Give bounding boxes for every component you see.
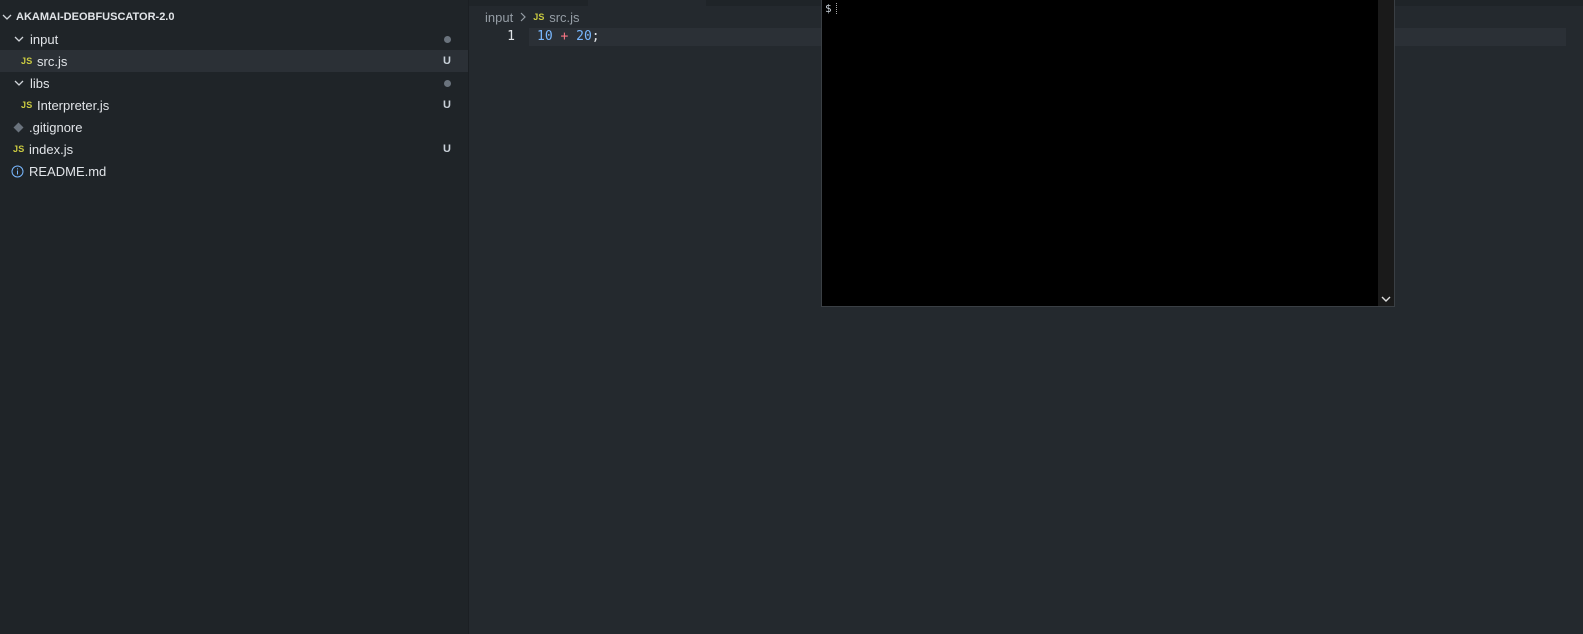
explorer-root-folder[interactable]: AKAMAI-DEOBFUSCATOR-2.0 [0, 7, 468, 27]
terminal-scrollbar[interactable] [1378, 0, 1394, 306]
code-line[interactable]: 10 + 20; [537, 29, 600, 44]
breadcrumb-item-file[interactable]: src.js [549, 10, 579, 25]
sidebar-top-strip [0, 0, 468, 4]
explorer-root-label: AKAMAI-DEOBFUSCATOR-2.0 [16, 11, 175, 23]
tree-file-interpreter-js[interactable]: JS Interpreter.js U [0, 94, 468, 116]
line-number: 1 [507, 29, 515, 44]
info-icon [11, 165, 27, 178]
tree-item-label: Interpreter.js [37, 97, 110, 113]
terminal-prompt: $ [825, 2, 832, 15]
modified-dot-icon [444, 35, 451, 43]
tree-file-src-js[interactable]: JS src.js U [0, 50, 468, 72]
chevron-down-icon[interactable] [0, 10, 14, 24]
terminal-window[interactable]: $ [821, 0, 1395, 307]
explorer-sidebar: AKAMAI-DEOBFUSCATOR-2.0 input JS src.js … [0, 0, 469, 634]
js-file-icon: JS [533, 12, 545, 22]
tree-item-label: README.md [29, 163, 107, 179]
js-file-icon: JS [13, 144, 25, 154]
breadcrumb: input JS src.js [485, 8, 580, 26]
tree-file-index-js[interactable]: JS index.js U [0, 138, 468, 160]
untracked-badge: U [443, 143, 451, 155]
tree-folder-input[interactable]: input [0, 28, 468, 50]
untracked-badge: U [443, 99, 451, 111]
chevron-down-icon[interactable] [12, 76, 26, 90]
breadcrumb-item-folder[interactable]: input [485, 10, 513, 25]
editor-tab[interactable] [588, 0, 706, 6]
chevron-right-icon [518, 12, 528, 22]
git-icon [13, 122, 29, 133]
tree-file-gitignore[interactable]: .gitignore [0, 116, 468, 138]
code-punctuation: ; [591, 29, 600, 44]
code-number: 10 [537, 29, 553, 44]
tree-item-label: input [30, 31, 59, 47]
code-number: 20 [576, 29, 592, 44]
untracked-badge: U [443, 55, 451, 67]
js-file-icon: JS [21, 100, 33, 110]
terminal-cursor [836, 3, 838, 14]
tree-item-label: index.js [29, 141, 74, 157]
js-file-icon: JS [21, 56, 33, 66]
tree-item-label: .gitignore [29, 119, 83, 135]
tree-item-label: src.js [37, 53, 68, 69]
tree-folder-libs[interactable]: libs [0, 72, 468, 94]
chevron-down-icon[interactable] [12, 32, 26, 46]
tree-file-readme-md[interactable]: README.md [0, 160, 468, 182]
modified-dot-icon [444, 79, 451, 87]
code-operator: + [560, 29, 569, 44]
chevron-down-icon[interactable] [1381, 294, 1391, 304]
tree-item-label: libs [30, 75, 50, 91]
